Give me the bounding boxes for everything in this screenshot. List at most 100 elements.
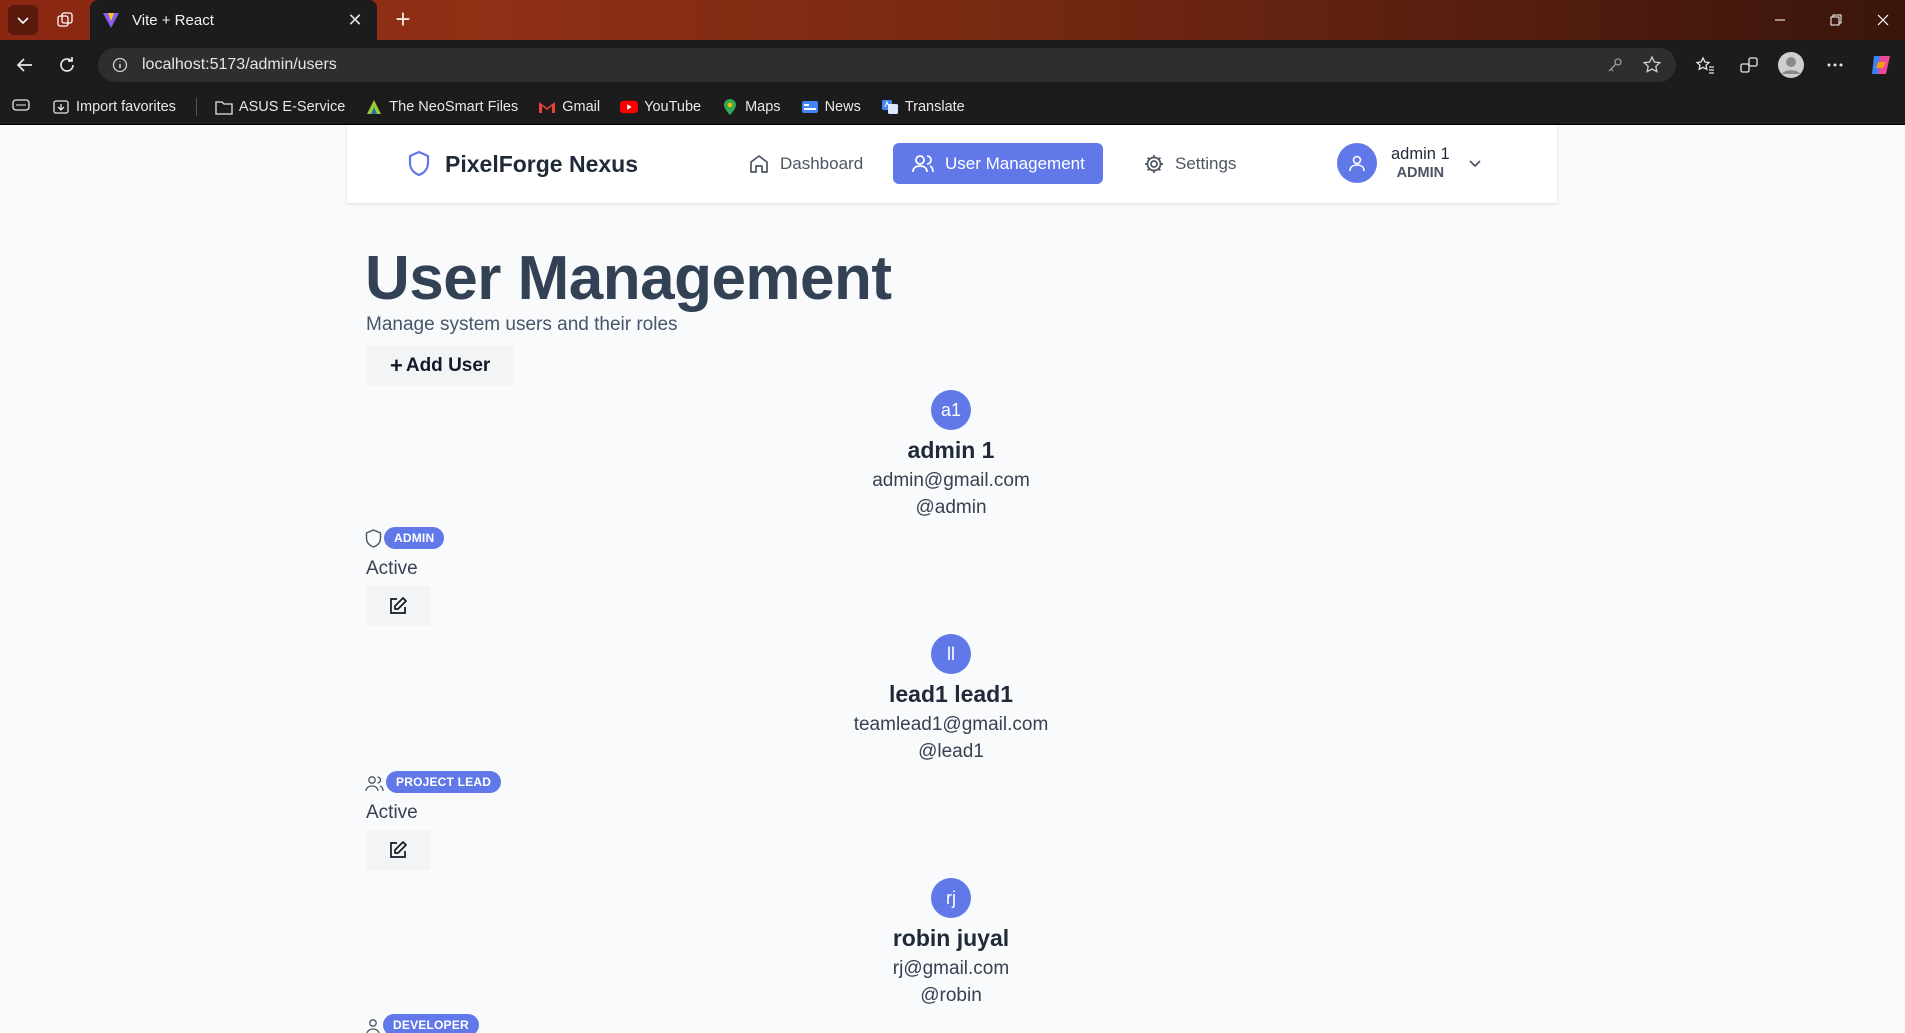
- url-text: localhost:5173/admin/users: [142, 56, 337, 73]
- page-subtitle: Manage system users and their roles: [366, 314, 678, 335]
- translate-icon: [881, 98, 899, 116]
- restore-icon: [1830, 14, 1842, 26]
- user-icon: [1349, 155, 1365, 172]
- close-icon: [1877, 14, 1888, 26]
- users-icon: [365, 776, 384, 792]
- bookmark-maps[interactable]: Maps: [721, 98, 781, 116]
- info-icon: [112, 57, 128, 73]
- tab-actions-button[interactable]: [8, 5, 38, 35]
- user-email: teamlead1@gmail.com: [853, 714, 1049, 735]
- profile-button[interactable]: [1776, 50, 1806, 80]
- nav-settings[interactable]: Settings: [1125, 143, 1254, 184]
- brand[interactable]: PixelForge Nexus: [407, 150, 638, 178]
- role-badge: DEVELOPER: [383, 1014, 479, 1033]
- page-title: User Management: [365, 244, 892, 313]
- maps-icon: [721, 98, 739, 116]
- user-avatar: a1: [931, 390, 971, 430]
- bookmark-asus-e-service[interactable]: ASUS E-Service: [215, 98, 345, 116]
- star-icon[interactable]: [1642, 55, 1662, 75]
- nav-user-management[interactable]: User Management: [893, 143, 1103, 184]
- user-email: rj@gmail.com: [892, 958, 1010, 979]
- plus-icon: +: [390, 353, 403, 378]
- edit-user-button[interactable]: [366, 586, 430, 626]
- extensions-icon: [1740, 57, 1758, 73]
- more-menu-button[interactable]: [1820, 50, 1850, 80]
- bookmark-youtube[interactable]: YouTube: [620, 98, 701, 116]
- user-avatar: ll: [931, 634, 971, 674]
- browser-toolbar: localhost:5173/admin/users: [0, 40, 1905, 90]
- shield-icon: [365, 529, 382, 548]
- user-role: PROJECT LEAD: [365, 771, 502, 793]
- bookmark-import-favorites[interactable]: Import favorites: [52, 98, 176, 116]
- edit-user-button[interactable]: [366, 830, 430, 870]
- import-icon: [52, 98, 70, 116]
- user-name: lead1 lead1: [888, 681, 1014, 707]
- refresh-button[interactable]: [52, 50, 82, 80]
- close-window-button[interactable]: [1860, 0, 1905, 40]
- bookmark-neosmart-files[interactable]: The NeoSmart Files: [365, 98, 518, 116]
- address-bar[interactable]: localhost:5173/admin/users: [98, 48, 1676, 82]
- restore-button[interactable]: [1808, 0, 1864, 40]
- folder-icon: [215, 98, 233, 116]
- user-role: DEVELOPER: [365, 1014, 479, 1033]
- home-icon: [750, 154, 768, 173]
- user-status: Active: [366, 558, 418, 579]
- nav-label: User Management: [945, 153, 1085, 173]
- key-icon[interactable]: [1606, 56, 1624, 74]
- back-button[interactable]: [10, 50, 40, 80]
- refresh-icon: [60, 57, 74, 72]
- gear-icon: [1145, 154, 1163, 173]
- new-tab-button[interactable]: +: [388, 5, 418, 35]
- brand-name: PixelForge Nexus: [445, 150, 639, 177]
- favorites-icon: [1695, 56, 1714, 74]
- bookmark-gmail[interactable]: Gmail: [538, 98, 600, 116]
- user-avatar: rj: [931, 878, 971, 918]
- user-email: admin@gmail.com: [872, 470, 1030, 491]
- bookmarks-bar: Import favorites ASUS E-Service The NeoS…: [0, 90, 1905, 124]
- nav-label: Dashboard: [780, 153, 864, 173]
- profile-avatar-icon: [1778, 52, 1804, 78]
- user-icon: [366, 1019, 380, 1033]
- browser-tab-active[interactable]: Vite + React ✕: [90, 0, 377, 40]
- user-role: ADMIN: [365, 527, 445, 549]
- avatar: [1337, 143, 1377, 183]
- youtube-icon: [620, 98, 639, 116]
- chevron-down-icon: [1469, 160, 1481, 168]
- nav-dashboard[interactable]: Dashboard: [730, 143, 881, 184]
- neosmart-icon: [365, 98, 383, 116]
- role-badge: ADMIN: [384, 527, 445, 549]
- user-status: Active: [366, 802, 418, 823]
- close-tab-icon[interactable]: ✕: [345, 10, 365, 31]
- user-name: admin 1: [907, 437, 995, 463]
- arrow-left-icon: [16, 58, 32, 72]
- more-horizontal-icon: [1827, 63, 1843, 67]
- edit-icon: [390, 597, 407, 614]
- news-icon: [801, 98, 819, 116]
- user-username: @robin: [920, 985, 982, 1006]
- copilot-button[interactable]: [1866, 50, 1896, 80]
- favorites-button[interactable]: [1690, 50, 1720, 80]
- vite-logo-icon: [103, 13, 119, 28]
- user-username: @admin: [915, 497, 987, 518]
- workspaces-icon: [57, 12, 73, 27]
- tab-search-icon[interactable]: [12, 98, 30, 117]
- user-menu[interactable]: admin 1 ADMIN: [1337, 143, 1482, 183]
- extensions-button[interactable]: [1734, 50, 1764, 80]
- gmail-icon: [538, 98, 556, 116]
- minimize-icon: [1775, 19, 1785, 21]
- add-user-button[interactable]: + Add User: [366, 346, 515, 386]
- browser-tab-bar: Vite + React ✕ +: [0, 0, 1905, 40]
- minimize-button[interactable]: [1752, 0, 1808, 40]
- user-username: @lead1: [918, 741, 984, 762]
- edit-icon: [390, 841, 407, 858]
- current-user-role: ADMIN: [1396, 165, 1445, 181]
- copilot-icon: [1872, 56, 1890, 74]
- current-user-name: admin 1: [1391, 145, 1450, 163]
- bookmark-translate[interactable]: Translate: [881, 98, 965, 116]
- bookmark-news[interactable]: News: [801, 98, 861, 116]
- bookmark-separator: [195, 98, 197, 116]
- workspaces-button[interactable]: [50, 5, 80, 35]
- nav-label: Settings: [1175, 153, 1237, 173]
- users-icon: [912, 154, 934, 172]
- add-user-label: Add User: [405, 355, 491, 376]
